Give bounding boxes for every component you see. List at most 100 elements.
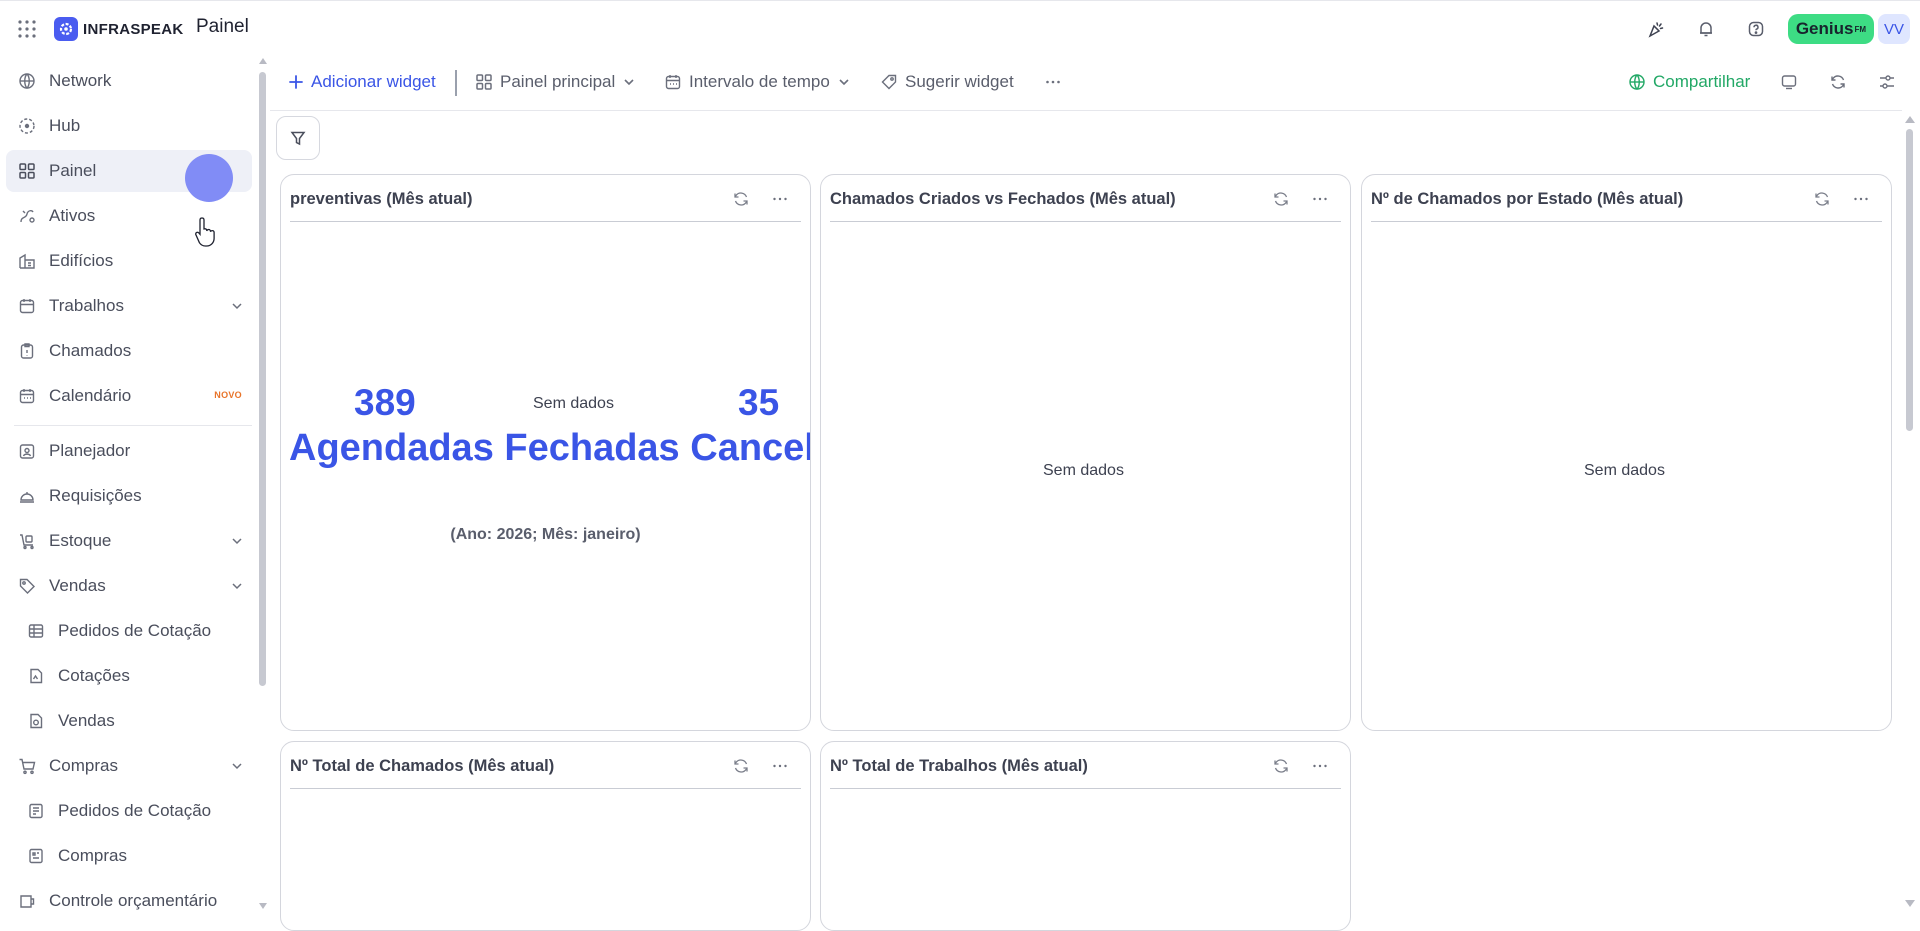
widget-created-vs-closed: Chamados Criados vs Fechados (Mês atual)… — [820, 174, 1351, 731]
refresh-icon[interactable] — [1272, 190, 1290, 208]
more-horizontal-icon[interactable] — [1311, 757, 1329, 775]
refresh-icon[interactable] — [1272, 757, 1290, 775]
more-horizontal-icon[interactable] — [771, 190, 789, 208]
genius-superscript: FM — [1854, 24, 1866, 34]
top-bar: INFRASPEAK Painel Genius FM VV — [0, 0, 1920, 56]
widget-title: preventivas (Mês atual) — [290, 190, 473, 208]
chevron-down-icon[interactable] — [230, 299, 244, 313]
main-scroll-down[interactable] — [1905, 900, 1915, 907]
widget-total-tickets: Nº Total de Chamados (Mês atual) — [280, 741, 811, 931]
tag-suggest-icon — [881, 74, 897, 90]
sidebar-item-planejador[interactable]: Planejador — [6, 430, 252, 472]
calendar-work-icon — [18, 297, 36, 315]
no-data-text: Sem dados — [533, 395, 614, 412]
toolbar-divider — [455, 70, 457, 96]
sidebar-item-trabalhos[interactable]: Trabalhos — [6, 285, 252, 327]
widget-header: Nº Total de Trabalhos (Mês atual) — [830, 742, 1341, 789]
fullscreen-button[interactable] — [1780, 62, 1798, 102]
more-horizontal-icon[interactable] — [1852, 190, 1870, 208]
sidebar-item-label: Edifícios — [49, 251, 114, 270]
sidebar-scroll-up[interactable] — [259, 58, 267, 64]
main-scrollbar[interactable] — [1906, 129, 1913, 431]
new-badge: NOVO — [214, 390, 242, 400]
calendar-icon — [18, 387, 36, 405]
widget-header: Nº Total de Chamados (Mês atual) — [290, 742, 801, 789]
sidebar-item-label: Vendas — [58, 711, 115, 730]
sidebar-item-cotacoes[interactable]: Cotações — [6, 655, 252, 697]
more-options-button[interactable] — [1044, 62, 1062, 102]
sidebar-item-network[interactable]: Network — [6, 60, 252, 102]
sidebar-item-compras-pedidos-cotacao[interactable]: Pedidos de Cotação — [6, 790, 252, 832]
sidebar-item-estoque[interactable]: Estoque — [6, 520, 252, 562]
sidebar-item-hub[interactable]: Hub — [6, 105, 252, 147]
sidebar-item-label: Compras — [49, 756, 118, 775]
sidebar-item-label: Controle orçamentário — [49, 891, 218, 910]
sidebar-item-compras[interactable]: Compras — [6, 745, 252, 787]
sidebar-scroll-down[interactable] — [259, 903, 267, 909]
chevron-down-icon — [839, 79, 849, 86]
time-interval-label: Intervalo de tempo — [689, 72, 830, 91]
sidebar-item-label: Hub — [49, 116, 81, 135]
refresh-button[interactable] — [1829, 62, 1847, 102]
scheduled-count: 389 — [354, 382, 416, 423]
sidebar-divider — [14, 425, 252, 426]
sidebar-item-vendas-pedidos-cotacao[interactable]: Pedidos de Cotação — [6, 610, 252, 652]
widget-title: Nº de Chamados por Estado (Mês atual) — [1371, 190, 1684, 208]
stock-icon — [18, 532, 36, 550]
suggest-widget-label: Sugerir widget — [905, 72, 1014, 91]
widget-preventivas: preventivas (Mês atual) 389 Sem dados 35… — [280, 174, 811, 731]
time-interval-select[interactable]: Intervalo de tempo — [664, 62, 851, 102]
dashboard-toolbar: Adicionar widget Painel principal Interv… — [272, 62, 1912, 102]
sidebar-item-label: Trabalhos — [49, 296, 124, 315]
sidebar-item-controle-orcamentario[interactable]: Controle orçamentário — [6, 880, 252, 912]
sidebar-scrollbar[interactable] — [259, 72, 266, 686]
settings-button[interactable] — [1878, 62, 1896, 102]
more-horizontal-icon[interactable] — [1311, 190, 1329, 208]
add-widget-button[interactable]: Adicionar widget — [288, 62, 436, 102]
no-data-text: Sem dados — [1043, 462, 1124, 479]
sidebar-item-label: Compras — [58, 846, 127, 865]
table-icon — [27, 622, 45, 640]
refresh-icon[interactable] — [1813, 190, 1831, 208]
party-popper-icon[interactable] — [1638, 11, 1674, 47]
page-title: Painel — [196, 16, 249, 37]
notifications-bell-icon[interactable] — [1688, 11, 1724, 47]
suggest-widget-button[interactable]: Sugerir widget — [880, 62, 1014, 102]
dashboard-icon — [18, 162, 36, 180]
filter-icon — [290, 131, 306, 146]
filter-button[interactable] — [276, 116, 320, 160]
add-widget-label: Adicionar widget — [311, 72, 436, 91]
more-horizontal-icon — [1046, 80, 1060, 84]
widget-header: Chamados Criados vs Fechados (Mês atual) — [830, 175, 1341, 222]
logo-text: INFRASPEAK — [83, 20, 184, 38]
refresh-icon[interactable] — [732, 190, 750, 208]
chevron-down-icon — [624, 79, 634, 86]
chevron-down-icon[interactable] — [230, 579, 244, 593]
chevron-down-icon[interactable] — [230, 759, 244, 773]
sidebar-item-label: Estoque — [49, 531, 112, 550]
main-scroll-up[interactable] — [1905, 116, 1915, 123]
share-button[interactable]: Compartilhar — [1628, 62, 1750, 102]
user-avatar[interactable]: VV — [1878, 14, 1910, 44]
header-actions: Genius FM VV — [1638, 11, 1920, 47]
infraspeak-logo[interactable]: INFRASPEAK — [54, 17, 184, 41]
genius-button[interactable]: Genius FM — [1787, 14, 1874, 44]
sidebar-item-requisicoes[interactable]: Requisições — [6, 475, 252, 517]
sliders-icon — [1880, 75, 1894, 89]
sales-doc-icon — [27, 712, 45, 730]
sidebar-item-chamados[interactable]: Chamados — [6, 330, 252, 372]
sidebar-item-label: Painel — [49, 161, 97, 180]
app-grid-icon[interactable] — [17, 19, 37, 39]
dashboard-select[interactable]: Painel principal — [475, 62, 636, 102]
refresh-icon[interactable] — [732, 757, 750, 775]
more-horizontal-icon[interactable] — [771, 757, 789, 775]
refresh-icon — [1831, 75, 1845, 89]
sidebar-item-vendas[interactable]: Vendas — [6, 565, 252, 607]
sidebar-item-calendario[interactable]: Calendário NOVO — [6, 375, 252, 417]
sidebar-item-vendas-docs[interactable]: Vendas — [6, 700, 252, 742]
sidebar-item-compras-docs[interactable]: Compras — [6, 835, 252, 877]
sidebar-item-label: Chamados — [49, 341, 132, 360]
help-icon[interactable] — [1738, 11, 1774, 47]
dashboard-select-label: Painel principal — [500, 72, 616, 91]
chevron-down-icon[interactable] — [230, 534, 244, 548]
